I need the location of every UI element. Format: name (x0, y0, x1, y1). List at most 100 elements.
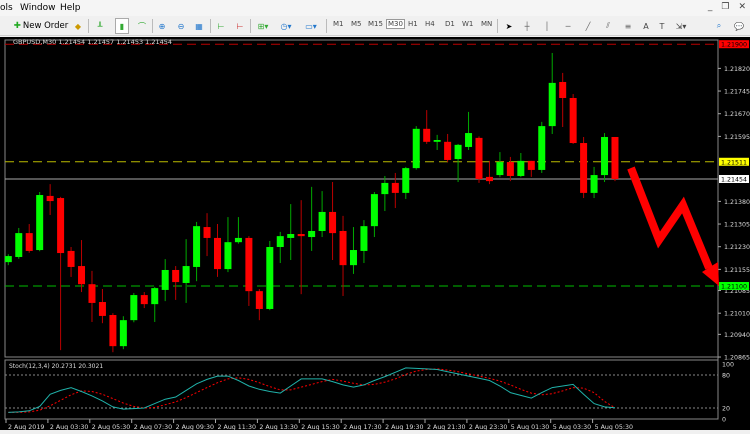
bearish-candle (423, 128, 431, 142)
bullish-candle (119, 320, 127, 347)
price-tick-label: 1.21230 (724, 244, 750, 251)
autoscroll-icon[interactable]: ⊢ (234, 18, 246, 34)
restore-button[interactable]: ❐ (721, 2, 729, 12)
zoom-out-icon[interactable]: ⊖ (175, 18, 187, 34)
price-tick-label: 1.21010 (724, 311, 750, 318)
bullish-candle (287, 234, 295, 238)
tile-windows-icon[interactable]: ▦ (193, 18, 205, 34)
time-label: 2 Aug 09:30 (176, 424, 214, 430)
stoch-level-label: 0 (722, 417, 726, 424)
bearish-candle (527, 160, 535, 170)
indicators-icon[interactable]: ⊞▾ (255, 18, 271, 34)
vertical-line-icon[interactable]: │ (543, 18, 551, 34)
crosshair-icon[interactable]: ┼ (521, 18, 533, 34)
bullish-candle (15, 233, 23, 257)
price-level-label: 1.21100 (721, 284, 747, 291)
stoch-level-label: 100 (722, 362, 734, 369)
price-tick-label: 1.20940 (724, 332, 750, 339)
bullish-candle (360, 226, 368, 251)
bearish-candle (444, 141, 452, 160)
cursor-icon[interactable]: ➤ (503, 18, 515, 34)
bullish-candle (266, 247, 274, 309)
price-tick-label: 1.21745 (724, 89, 750, 96)
time-label: 2 Aug 23:30 (469, 424, 507, 430)
channel-icon[interactable]: ⫽ (602, 18, 614, 34)
bullish-candle (381, 182, 389, 195)
bearish-candle (580, 143, 588, 193)
search-icon[interactable]: ⌕ (713, 18, 725, 34)
timeframe-w1[interactable]: W1 (462, 20, 473, 28)
bearish-candle (46, 195, 54, 202)
timeframe-m1[interactable]: M1 (333, 20, 344, 28)
new-order-icon: ✚ (13, 21, 21, 31)
time-label: 2 Aug 11:30 (218, 424, 256, 430)
trendline-icon[interactable]: ╱ (582, 18, 594, 34)
price-tick-label: 1.20865 (724, 355, 750, 362)
bullish-candle (234, 237, 242, 243)
price-tick-label: 1.21820 (724, 66, 750, 73)
chart-window[interactable]: 1.21820 1.21745 1.21670 1.21595 1.21380 1.213… (0, 37, 750, 431)
timeframe-m15[interactable]: M15 (368, 20, 383, 28)
autotrading-icon[interactable]: ◆ (72, 18, 84, 34)
bearish-candle (203, 227, 211, 238)
line-chart-icon[interactable]: ⌒ (136, 18, 148, 34)
bearish-candle (214, 237, 221, 270)
price-tick-label: 1.21155 (724, 267, 750, 274)
menu-help[interactable]: Help (60, 3, 81, 13)
bearish-candle (109, 315, 117, 347)
bearish-candle (329, 211, 337, 234)
bearish-candle (140, 295, 148, 305)
templates-icon[interactable]: ▭▾ (302, 18, 320, 34)
timeframe-h1[interactable]: H1 (408, 20, 418, 28)
bullish-candle (517, 160, 525, 176)
new-order-button[interactable]: ✚ New Order (12, 18, 70, 34)
text-label-icon[interactable]: T (656, 18, 668, 34)
price-chart[interactable]: 1.21820 1.21745 1.21670 1.21595 1.21380 1.213… (0, 37, 750, 431)
timeframe-mn[interactable]: MN (481, 20, 492, 28)
stoch-title: Stoch(12,3,4) 20.2731 20.3021 (9, 363, 104, 370)
timeframe-m5[interactable]: M5 (351, 20, 362, 28)
stoch-level-label: 20 (722, 406, 730, 413)
timeframe-d1[interactable]: D1 (445, 20, 455, 28)
timeframe-m30[interactable]: M30 (386, 19, 405, 29)
close-button[interactable]: ✕ (738, 2, 746, 12)
arrows-icon[interactable]: ⇲▾ (673, 18, 689, 34)
candlestick-icon[interactable]: ▮ (115, 18, 129, 34)
stoch-level-label: 80 (722, 373, 730, 380)
bullish-candle (276, 236, 284, 248)
time-label: 2 Aug 13:30 (259, 424, 297, 430)
time-label: 2 Aug 21:30 (427, 424, 465, 430)
text-icon[interactable]: A (640, 18, 652, 34)
bar-chart-icon[interactable]: ╨ (94, 18, 106, 34)
time-label: 2 Aug 03:30 (50, 424, 88, 430)
bearish-candle (391, 182, 399, 193)
bearish-candle (245, 237, 253, 292)
minimize-button[interactable]: _ (708, 2, 713, 12)
price-level-label: 1.21511 (721, 159, 747, 166)
periods-clock-icon[interactable]: ◷▾ (278, 18, 294, 34)
price-level-label: 1.21900 (721, 42, 747, 49)
bullish-candle (193, 226, 201, 267)
bearish-candle (569, 97, 577, 144)
bearish-candle (172, 269, 180, 283)
main-pane-border (4, 39, 719, 358)
price-tick-label: 1.21595 (724, 134, 750, 141)
fibonacci-icon[interactable]: ≡ (622, 18, 634, 34)
bullish-candle (548, 82, 556, 127)
bullish-candle (601, 136, 609, 176)
menu-tools[interactable]: ols (0, 3, 13, 13)
bearish-candle (57, 198, 65, 254)
zoom-in-icon[interactable]: ⊕ (156, 18, 168, 34)
horizontal-line-icon[interactable]: ─ (562, 18, 574, 34)
bearish-candle (339, 230, 347, 266)
price-level-label: 1.21454 (721, 177, 747, 184)
chart-shift-icon[interactable]: ⊢ (215, 18, 227, 34)
bearish-candle (297, 234, 305, 237)
bullish-candle (465, 133, 473, 147)
chat-icon[interactable]: 💬 (732, 18, 746, 34)
time-label: 2 Aug 05:30 (92, 424, 130, 430)
timeframe-h4[interactable]: H4 (425, 20, 435, 28)
menu-window[interactable]: Window (20, 3, 56, 13)
bullish-candle (370, 194, 378, 227)
bullish-candle (538, 126, 546, 170)
